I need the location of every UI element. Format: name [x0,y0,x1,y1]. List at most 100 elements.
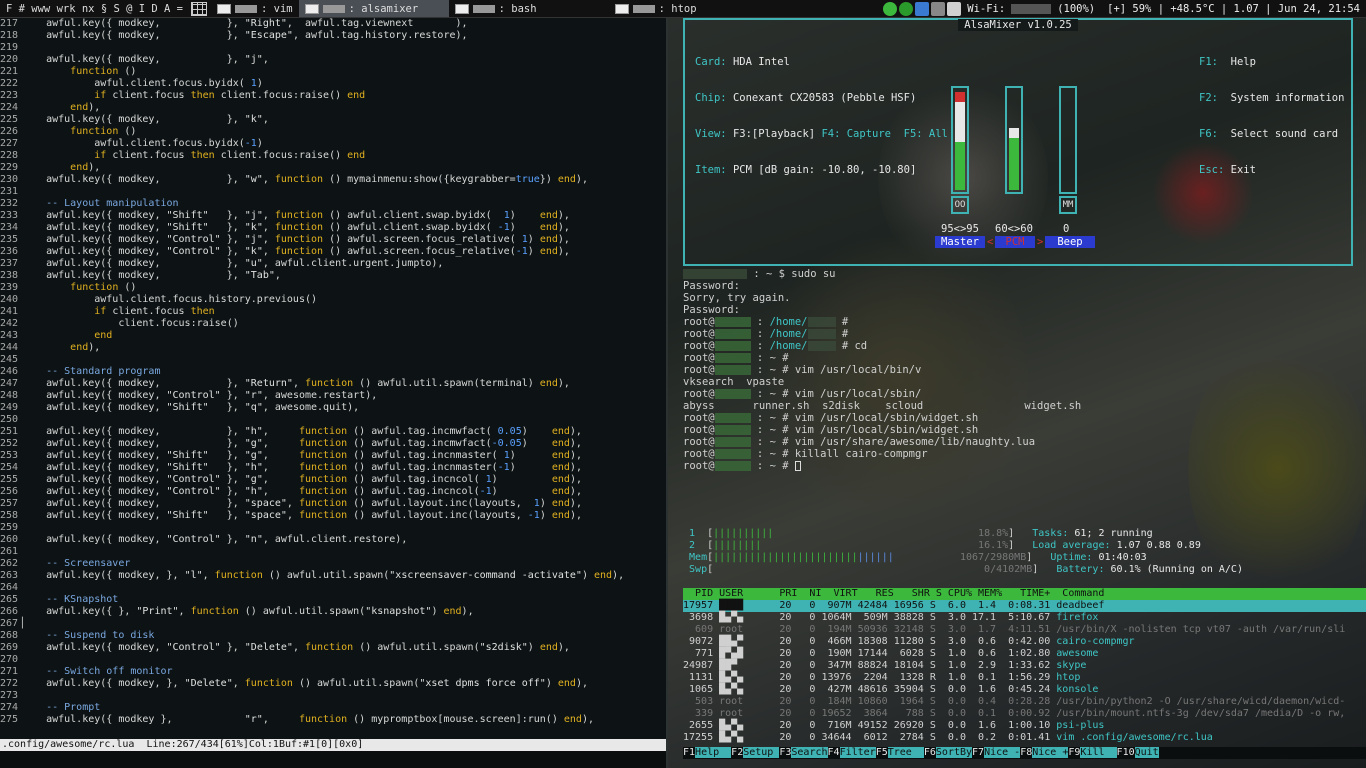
code-line[interactable]: 275 awful.key({ modkey }, "r", function … [0,714,666,726]
task-bash[interactable]: : bash [449,0,609,17]
code-line[interactable]: 228 if client.focus then client.focus:ra… [0,150,666,162]
code-line[interactable]: 231 [0,186,666,198]
code-line[interactable]: 219 [0,42,666,54]
fkey-action-button[interactable]: SortBy [935,747,973,758]
tag-list[interactable]: F # www wrk nx § S @ I D A = [0,3,187,15]
process-row[interactable]: 1065 █▄▀▄ 20 0 427M 48616 35904 S 0.0 1.… [683,684,1366,696]
code-line[interactable]: 230 awful.key({ modkey, }, "w", function… [0,174,666,186]
process-row[interactable]: 1131 █▄▀▄ 20 0 13976 2204 1328 R 1.0 0.1… [683,672,1366,684]
code-line[interactable]: 259 [0,522,666,534]
fkey-action-button[interactable]: Filter [839,747,876,758]
code-line[interactable]: 247 awful.key({ modkey, }, "Return", fun… [0,378,666,390]
pcm-channel-label[interactable]: PCM [995,236,1035,248]
master-slider[interactable] [951,86,969,194]
code-line[interactable]: 267 ▏ [0,618,666,630]
process-row[interactable]: 609 root 20 0 194M 50936 32148 S 3.0 1.7… [683,624,1366,636]
dropbox-icon[interactable] [915,1,930,16]
code-line[interactable]: 261 [0,546,666,558]
code-line[interactable]: 255 awful.key({ modkey, "Control" }, "g"… [0,474,666,486]
code-line[interactable]: 251 awful.key({ modkey, }, "h", function… [0,426,666,438]
alsamixer-window[interactable]: AlsaMixer v1.0.25 Card: HDA Intel Chip: … [683,18,1353,266]
terminal-output[interactable]: : ~ $ sudo su Password: Sorry, try again. P… [683,268,1353,472]
process-table-header[interactable]: PID USER PRI NI VIRT RES SHR S CPU% MEM%… [683,588,1366,600]
task-alsamixer[interactable]: : alsamixer [298,0,449,17]
code-line[interactable]: 273 [0,690,666,702]
code-line[interactable]: 224 end), [0,102,666,114]
code-line[interactable]: 238 awful.key({ modkey, }, "Tab", [0,270,666,282]
process-row[interactable]: 3698 █▄▀▄ 20 0 1064M 509M 38828 S 3.0 17… [683,612,1366,624]
code-line[interactable]: 265 -- KSnapshot [0,594,666,606]
code-line[interactable]: 252 awful.key({ modkey, }, "g", function… [0,438,666,450]
fkey-action-button[interactable]: Nice + [1032,747,1069,758]
code-line[interactable]: 257 awful.key({ modkey, }, "space", func… [0,498,666,510]
code-line[interactable]: 244 end), [0,342,666,354]
code-line[interactable]: 254 awful.key({ modkey, "Shift" }, "h", … [0,462,666,474]
process-row[interactable]: 503 root 20 0 184M 10860 1964 S 0.0 0.4 … [683,696,1366,708]
bash-terminal[interactable]: : ~ $ sudo su Password: Sorry, try again. P… [683,268,1353,518]
process-row[interactable]: 9072 ██▄▀ 20 0 466M 18308 11280 S 3.0 0.… [683,636,1366,648]
master-channel-label[interactable]: Master [935,236,985,248]
layout-tile-icon[interactable] [191,1,208,16]
code-line[interactable]: 226 function () [0,126,666,138]
code-line[interactable]: 243 end [0,330,666,342]
process-row[interactable]: 17255 █▄▀▄ 20 0 34644 6012 2784 S 0.0 0.… [683,732,1366,744]
code-line[interactable]: 235 awful.key({ modkey, "Control" }, "j"… [0,234,666,246]
keyboard-icon[interactable] [947,1,962,16]
code-line[interactable]: 218 awful.key({ modkey, }, "Escape", awf… [0,30,666,42]
fkey-action-button[interactable]: Quit [1134,747,1159,758]
code-line[interactable]: 268 -- Suspend to disk [0,630,666,642]
fkey-action-button[interactable]: Nice - [984,747,1021,758]
code-line[interactable]: 262 -- Screensaver [0,558,666,570]
process-row[interactable]: 2655 █▄▀▄ 20 0 716M 49152 26920 S 0.0 1.… [683,720,1366,732]
code-line[interactable]: 232 -- Layout manipulation [0,198,666,210]
pcm-slider[interactable] [1005,86,1023,194]
code-line[interactable]: 223 if client.focus then client.focus:ra… [0,90,666,102]
code-line[interactable]: 239 function () [0,282,666,294]
network-icon[interactable] [899,1,914,16]
code-line[interactable]: 229 end), [0,162,666,174]
htop-window[interactable]: 1 [|||||||||| 18.8%] Tasks: 61; 2 runnin… [683,528,1366,768]
fkey-action-button[interactable]: Kill [1080,747,1117,758]
code-line[interactable]: 266 awful.key({ }, "Print", function () … [0,606,666,618]
beep-slider[interactable] [1059,86,1077,194]
beep-mute-toggle[interactable]: MM [1059,196,1077,214]
process-row[interactable]: 339 root 20 0 19652 3864 788 S 0.0 0.1 0… [683,708,1366,720]
code-line[interactable]: 240 awful.client.focus.history.previous(… [0,294,666,306]
process-row[interactable]: 24987 ██▀ 20 0 347M 88824 18104 S 1.0 2.… [683,660,1366,672]
process-table[interactable]: 17957 ████ 20 0 907M 42484 16956 S 6.0 1… [683,600,1366,744]
beep-channel-label[interactable]: Beep [1045,236,1095,248]
code-line[interactable]: 246 -- Standard program [0,366,666,378]
fkey-action-button[interactable]: Search [791,747,828,758]
code-line[interactable]: 242 client.focus:raise() [0,318,666,330]
process-row[interactable]: 17957 ████ 20 0 907M 42484 16956 S 6.0 1… [683,600,1366,612]
code-line[interactable]: 260 awful.key({ modkey, "Control" }, "n"… [0,534,666,546]
code-line[interactable]: 263 awful.key({ modkey, }, "l", function… [0,570,666,582]
editor-cmdline[interactable] [0,751,666,768]
code-line[interactable]: 217 awful.key({ modkey, }, "Right", awfu… [0,18,666,30]
code-line[interactable]: 233 awful.key({ modkey, "Shift" }, "j", … [0,210,666,222]
code-line[interactable]: 274 -- Prompt [0,702,666,714]
master-mute-toggle[interactable]: OO [951,196,969,214]
code-line[interactable]: 236 awful.key({ modkey, "Control" }, "k"… [0,246,666,258]
code-line[interactable]: 272 awful.key({ modkey, }, "Delete", fun… [0,678,666,690]
code-line[interactable]: 220 awful.key({ modkey, }, "j", [0,54,666,66]
fkey-action-button[interactable]: Tree [887,747,924,758]
checkmark-icon[interactable] [883,1,898,16]
process-row[interactable]: 771 █▀▄█ 20 0 190M 17144 6028 S 1.0 0.6 … [683,648,1366,660]
code-line[interactable]: 249 awful.key({ modkey, "Shift" }, "q", … [0,402,666,414]
code-line[interactable]: 248 awful.key({ modkey, "Control" }, "r"… [0,390,666,402]
code-area[interactable]: 217 awful.key({ modkey, }, "Right", awfu… [0,18,666,726]
code-line[interactable]: 221 function () [0,66,666,78]
code-line[interactable]: 256 awful.key({ modkey, "Control" }, "h"… [0,486,666,498]
code-line[interactable]: 237 awful.key({ modkey, }, "u", awful.cl… [0,258,666,270]
code-line[interactable]: 250 [0,414,666,426]
task-htop[interactable]: : htop [609,0,769,17]
fkey-action-button[interactable]: Help [695,747,732,758]
code-line[interactable]: 270 [0,654,666,666]
code-line[interactable]: 234 awful.key({ modkey, "Shift" }, "k", … [0,222,666,234]
code-line[interactable]: 225 awful.key({ modkey, }, "k", [0,114,666,126]
task-vim[interactable]: : vim [211,0,299,17]
code-line[interactable]: 227 awful.client.focus.byidx(-1) [0,138,666,150]
settings-icon[interactable] [931,1,946,16]
code-line[interactable]: 253 awful.key({ modkey, "Shift" }, "g", … [0,450,666,462]
